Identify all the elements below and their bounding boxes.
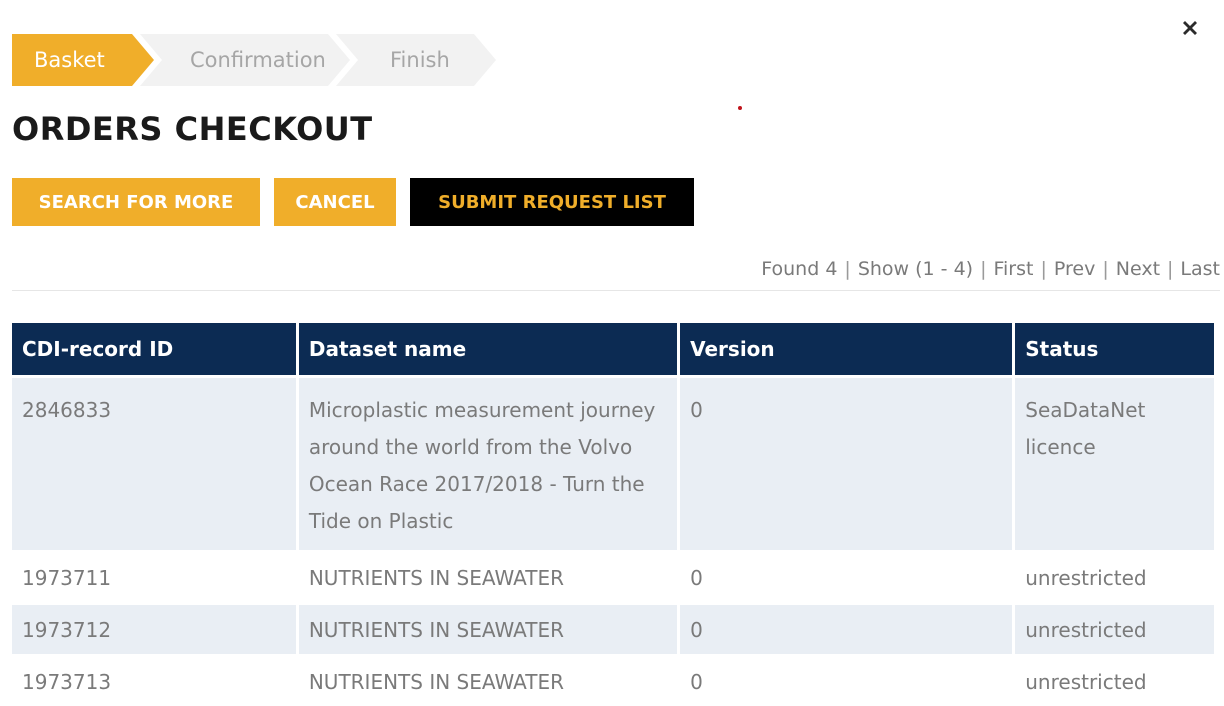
- cell-dataset-name: Microplastic measurement journey around …: [298, 375, 678, 550]
- table-row[interactable]: 2846833 Microplastic measurement journey…: [12, 375, 1214, 550]
- cell-status: unrestricted: [1015, 654, 1214, 706]
- header-cdi-record-id[interactable]: CDI-record ID: [12, 323, 296, 375]
- submit-request-list-button[interactable]: SUBMIT REQUEST LIST: [410, 178, 694, 226]
- cell-id: 1973712: [12, 602, 296, 654]
- step-finish-label: Finish: [390, 48, 450, 72]
- cell-status: SeaDataNet licence: [1015, 375, 1214, 550]
- table-row[interactable]: 1973711 NUTRIENTS IN SEAWATER 0 unrestri…: [12, 550, 1214, 602]
- found-count: Found 4: [761, 258, 838, 280]
- cell-version: 0: [680, 375, 1013, 550]
- close-icon: [1183, 21, 1197, 35]
- divider: [12, 290, 1220, 291]
- step-basket-label: Basket: [34, 48, 105, 72]
- cell-dataset-name: NUTRIENTS IN SEAWATER: [298, 654, 678, 706]
- cell-dataset-name: NUTRIENTS IN SEAWATER: [298, 602, 678, 654]
- header-dataset-name[interactable]: Dataset name: [298, 323, 678, 375]
- cell-dataset-name: NUTRIENTS IN SEAWATER: [298, 550, 678, 602]
- pager-last-link[interactable]: Last: [1180, 258, 1220, 280]
- pager-prev-link[interactable]: Prev: [1054, 258, 1095, 280]
- show-range: Show (1 - 4): [857, 258, 974, 280]
- search-for-more-button[interactable]: SEARCH FOR MORE: [12, 178, 260, 226]
- table-row[interactable]: 1973712 NUTRIENTS IN SEAWATER 0 unrestri…: [12, 602, 1214, 654]
- page-title: ORDERS CHECKOUT: [12, 110, 373, 148]
- cell-id: 1973713: [12, 654, 296, 706]
- cancel-button[interactable]: CANCEL: [274, 178, 396, 226]
- table-header-row: CDI-record ID Dataset name Version Statu…: [12, 323, 1214, 375]
- header-version[interactable]: Version: [680, 323, 1013, 375]
- cell-id: 2846833: [12, 375, 296, 550]
- step-confirmation[interactable]: Confirmation: [140, 34, 350, 86]
- header-status[interactable]: Status: [1015, 323, 1214, 375]
- table-row[interactable]: 1973713 NUTRIENTS IN SEAWATER 0 unrestri…: [12, 654, 1214, 706]
- cell-status: unrestricted: [1015, 602, 1214, 654]
- pager-first-link[interactable]: First: [993, 258, 1033, 280]
- decorative-dot: [738, 106, 742, 110]
- cell-version: 0: [680, 550, 1013, 602]
- step-basket[interactable]: Basket: [12, 34, 154, 86]
- cell-version: 0: [680, 602, 1013, 654]
- pagination: Found 4 | Show (1 - 4) | First | Prev | Next | Las…: [761, 258, 1220, 280]
- close-button[interactable]: [1176, 14, 1204, 42]
- cell-status: unrestricted: [1015, 550, 1214, 602]
- pager-next-link[interactable]: Next: [1116, 258, 1160, 280]
- cell-id: 1973711: [12, 550, 296, 602]
- step-confirmation-label: Confirmation: [190, 48, 326, 72]
- orders-table: CDI-record ID Dataset name Version Statu…: [9, 323, 1217, 706]
- checkout-steps: Basket Confirmation Finish: [12, 34, 482, 86]
- step-finish[interactable]: Finish: [336, 34, 496, 86]
- cell-version: 0: [680, 654, 1013, 706]
